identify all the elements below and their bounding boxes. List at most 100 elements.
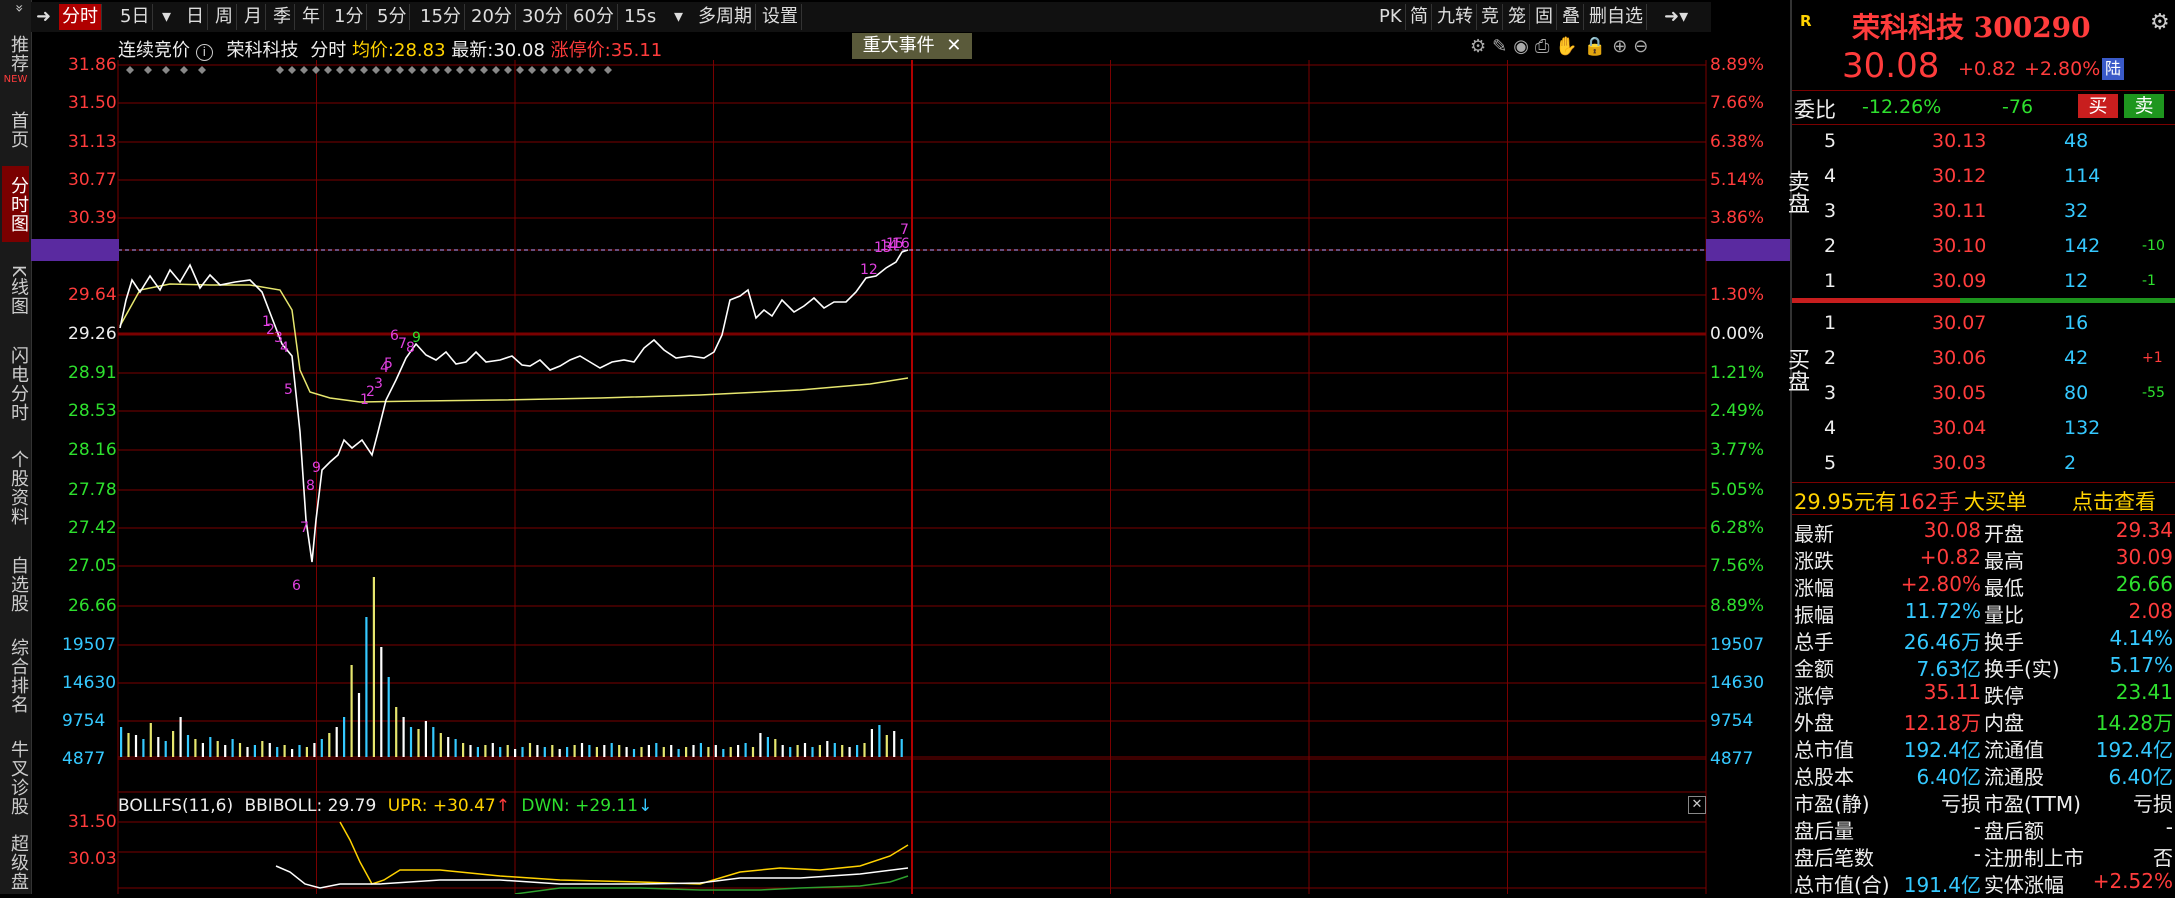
auction-diamond-icon <box>480 66 488 74</box>
close-icon[interactable]: ✕ <box>1688 796 1706 814</box>
auction-diamond-icon <box>126 66 134 74</box>
stat-value: 23.41 <box>2115 680 2173 704</box>
buy-button[interactable]: 买 <box>2078 94 2118 118</box>
boll-header: BOLLFS(11,6) BBIBOLL: 29.79 UPR: +30.47↑… <box>118 796 652 816</box>
stat-label: 注册制上市 <box>1984 846 2084 870</box>
pct-axis-label: 1.21% <box>1710 363 1765 383</box>
stock-title: 荣科科技 300290 <box>1852 11 2091 44</box>
volume-axis-label: 9754 <box>62 711 106 731</box>
price-axis-label: 31.86 <box>68 55 117 75</box>
volume-bar <box>751 747 755 757</box>
sell-side-label: 卖盘 <box>1784 170 1809 214</box>
stat-value: 6.40亿 <box>1916 765 1981 789</box>
nine-turn-marker: 9 <box>312 460 321 476</box>
volume-axis-label: 4877 <box>1710 749 1754 769</box>
divider <box>1792 514 2175 515</box>
down-arrow-icon: ↓ <box>638 796 653 816</box>
stat-label: 内盘 <box>1984 711 2024 735</box>
auction-diamond-icon <box>456 66 464 74</box>
orderbook-volume: 32 <box>2064 200 2089 222</box>
volume-bar <box>149 723 152 757</box>
bigorder-type: 大买单 <box>1964 490 2027 514</box>
auction-diamond-icon <box>540 66 548 74</box>
stat-value: 11.72% <box>1904 599 1981 623</box>
upr-value: UPR: +30.47 <box>387 796 496 816</box>
volume-bar <box>454 739 457 757</box>
boll-lower-line <box>514 875 909 894</box>
stat-label: 总手 <box>1794 630 1834 654</box>
volume-bar <box>313 743 316 757</box>
avg-price-line <box>119 283 909 403</box>
bigorder-link[interactable]: 点击查看 <box>2072 486 2156 516</box>
stat-label: 开盘 <box>1984 522 2024 546</box>
volume-bar <box>900 739 903 757</box>
volume-bar <box>276 747 279 757</box>
volume-bar <box>811 747 814 757</box>
stat-label: 跌停 <box>1984 684 2024 708</box>
auction-diamond-icon <box>198 66 206 74</box>
sell-button[interactable]: 卖 <box>2124 94 2164 118</box>
volume-bar <box>699 743 702 757</box>
stat-label: 流通值 <box>1984 738 2044 762</box>
chart-grid <box>117 60 1707 894</box>
nine-turn-marker: 4 <box>280 340 289 356</box>
volume-bar <box>566 747 569 757</box>
gear-icon[interactable]: ⚙ <box>2150 10 2170 35</box>
volume-bar <box>774 739 777 757</box>
stat-value: 12.18万 <box>1903 711 1981 735</box>
auction-diamond-icon <box>504 66 512 74</box>
stat-value: 5.17% <box>2109 653 2173 677</box>
auction-diamond-icon <box>162 66 170 74</box>
stat-value: 30.08 <box>1923 518 1981 542</box>
volume-bar <box>491 743 494 757</box>
auction-diamond-icon <box>564 66 572 74</box>
weibi-label: 委比 <box>1794 98 1836 122</box>
volume-bar <box>640 747 643 757</box>
r-badge: R <box>1800 12 1812 30</box>
volume-bar <box>246 747 249 757</box>
orderbook-price: 30.06 <box>1932 347 1987 369</box>
auction-diamond-icon <box>300 66 308 74</box>
volume-bar <box>528 743 532 757</box>
nine-turn-marker: 7 <box>900 222 909 238</box>
auction-diamond-icon <box>360 66 368 74</box>
orderbook-volume: 16 <box>2064 312 2089 334</box>
pct-axis-label: 2.49% <box>1710 401 1765 421</box>
stat-value: 6.40亿 <box>2108 765 2173 789</box>
volume-bar <box>172 731 175 757</box>
stat-value: 14.28万 <box>2095 711 2173 735</box>
stat-value: 35.11 <box>1923 680 1981 704</box>
auction-diamond-icon <box>408 66 416 74</box>
volume-bar <box>595 747 598 757</box>
stat-value: 4.14% <box>2109 626 2173 650</box>
volume-bar <box>417 729 420 757</box>
volume-bar <box>402 717 405 757</box>
stat-value: 亏损 <box>1941 792 1981 816</box>
volume-bar <box>424 721 427 757</box>
orderbook-level: 1 <box>1824 312 1837 334</box>
stat-value: 29.34 <box>2115 518 2173 542</box>
volume-bar <box>134 735 138 757</box>
volume-bar <box>677 749 680 757</box>
timeshare-chart[interactable] <box>0 0 1790 894</box>
volume-bar <box>179 717 182 757</box>
volume-bar <box>439 733 442 757</box>
price-pct: +2.80% <box>2024 58 2101 80</box>
volume-axis-label: 14630 <box>62 673 117 693</box>
stat-label: 金额 <box>1794 657 1834 681</box>
orderbook-price: 30.13 <box>1932 130 1987 152</box>
volume-bar <box>365 617 368 757</box>
pct-axis-label: 6.28% <box>1710 518 1765 538</box>
auction-diamond-icon <box>420 66 428 74</box>
quote-panel: R 荣科科技 300290 ⚙ 30.08 +0.82 +2.80% 陆 委比 … <box>1784 0 2175 897</box>
nine-turn-marker: 3 <box>374 376 383 392</box>
volume-bar <box>647 745 650 757</box>
auction-diamond-icon <box>324 66 332 74</box>
stat-value: - <box>2165 815 2173 839</box>
stat-value: 否 <box>2153 846 2173 870</box>
stat-value: 2.08 <box>2128 599 2173 623</box>
pct-axis-label: 8.89% <box>1710 596 1765 616</box>
stat-value: 192.4亿 <box>2095 738 2173 762</box>
volume-bar <box>357 693 361 757</box>
volume-bar <box>543 747 546 757</box>
